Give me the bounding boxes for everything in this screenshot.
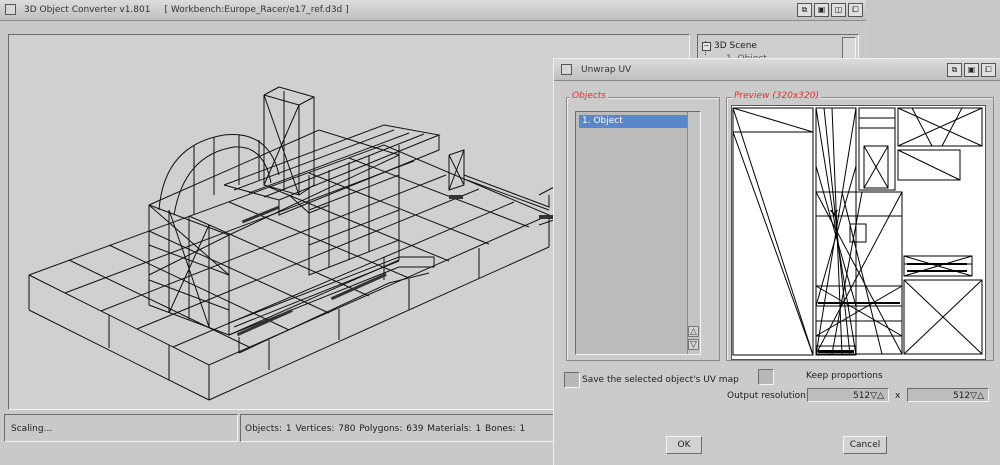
status-right-text: Objects: 1 Vertices: 780 Polygons: 639 M… bbox=[245, 424, 526, 434]
resolution-height-field[interactable]: 512▽△ bbox=[907, 388, 989, 402]
tree-expander-icon[interactable]: − bbox=[702, 42, 711, 51]
save-uv-label: Save the selected object's UV map bbox=[582, 375, 739, 385]
screen-icon[interactable]: ⧠ bbox=[848, 3, 863, 17]
zoom-icon[interactable]: ▣ bbox=[814, 3, 829, 17]
keep-proportions-checkbox[interactable] bbox=[758, 369, 774, 385]
status-left-text: Scaling... bbox=[11, 424, 53, 434]
close-icon[interactable] bbox=[561, 64, 572, 75]
save-uv-checkbox[interactable] bbox=[564, 372, 580, 388]
zoom-icon[interactable]: ▣ bbox=[964, 63, 979, 77]
depth-icon[interactable]: ⧉ bbox=[947, 63, 962, 77]
output-resolution-label: Output resolution: bbox=[727, 391, 809, 401]
cancel-button[interactable]: Cancel bbox=[843, 436, 887, 454]
uv-preview bbox=[731, 105, 986, 360]
main-titlebar[interactable]: 3D Object Converter v1.801 [ Workbench:Eu… bbox=[0, 0, 866, 21]
uv-map-drawing bbox=[732, 107, 983, 356]
keep-proportions-label: Keep proportions bbox=[806, 371, 883, 381]
iconify-icon[interactable]: ◫ bbox=[831, 3, 846, 17]
preview-group-title: Preview (320x320) bbox=[732, 91, 821, 101]
resolution-times-label: x bbox=[895, 391, 901, 401]
objects-list-scrollbar[interactable]: △ ▽ bbox=[687, 112, 700, 354]
app-title: 3D Object Converter v1.801 bbox=[24, 5, 151, 15]
dialog-title: Unwrap UV bbox=[581, 65, 632, 75]
scroll-up-icon[interactable]: △ bbox=[688, 326, 699, 337]
ok-button[interactable]: OK bbox=[666, 436, 702, 454]
screen-icon[interactable]: ⧠ bbox=[981, 63, 996, 77]
close-icon[interactable] bbox=[5, 4, 16, 15]
resolution-width-field[interactable]: 512▽△ bbox=[807, 388, 889, 402]
depth-icon[interactable]: ⧉ bbox=[797, 3, 812, 17]
window-title: 3D Object Converter v1.801 [ Workbench:Eu… bbox=[24, 5, 349, 15]
file-path: [ Workbench:Europe_Racer/e17_ref.d3d ] bbox=[164, 5, 349, 15]
tree-root-label[interactable]: 3D Scene bbox=[714, 41, 757, 51]
list-item[interactable]: 1. Object bbox=[579, 115, 696, 128]
scroll-down-icon[interactable]: ▽ bbox=[688, 339, 699, 350]
objects-group-title: Objects bbox=[570, 91, 609, 101]
status-message: Scaling... bbox=[4, 414, 238, 442]
dialog-titlebar[interactable]: Unwrap UV ⧉ ▣ ⧠ bbox=[554, 59, 1000, 81]
objects-list[interactable]: 1. Object △ ▽ bbox=[575, 111, 701, 355]
